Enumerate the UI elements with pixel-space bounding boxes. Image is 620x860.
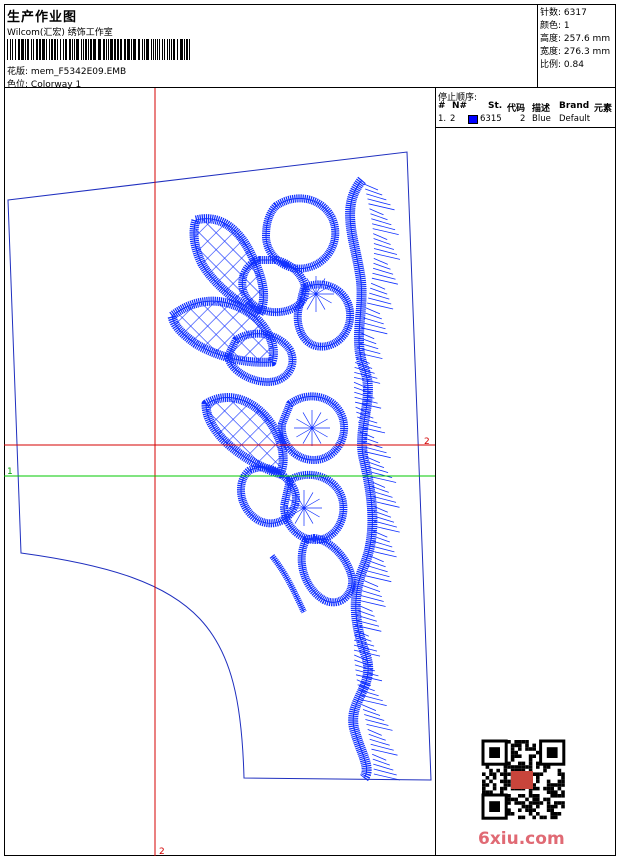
col-element: 元素 — [594, 104, 613, 114]
stat-height: 高度: 257.6 mm — [540, 34, 611, 44]
row-brand: Default — [559, 114, 591, 124]
row-code: 2 — [520, 114, 526, 124]
watermark-text: 6xiu.com — [478, 829, 565, 849]
table-divider — [436, 127, 616, 128]
stat-width: 宽度: 276.3 mm — [540, 47, 611, 57]
barcode — [7, 39, 190, 60]
design-name: mem_F5342E09.EMB — [30, 67, 127, 77]
row-description: Blue — [532, 114, 551, 124]
col-index: # — [438, 101, 446, 111]
horizontal-guide-marker-red: 2 — [424, 437, 430, 447]
col-code: 代码 — [507, 104, 526, 114]
design-file: 花版: mem_F5342E09.EMB — [7, 64, 126, 77]
stat-scale: 比例: 0.84 — [540, 60, 584, 70]
header-panel: 生产作业图 Wilcom(汇宏) 绣饰工作室 花版: mem_F5342E09.… — [4, 4, 616, 90]
stat-colors: 颜色: 1 — [540, 21, 570, 31]
col-needle: N# — [452, 101, 468, 111]
embroidery-motif — [167, 176, 401, 782]
vertical-guide-marker: 2 — [159, 847, 165, 856]
col-stitches: St. — [488, 101, 503, 111]
col-description: 描述 — [532, 104, 551, 114]
row-stitches: 6315 — [480, 114, 502, 124]
company-name: Wilcom(汇宏) 绣饰工作室 — [7, 28, 113, 38]
header-info: 生产作业图 Wilcom(汇宏) 绣饰工作室 花版: mem_F5342E09.… — [4, 4, 538, 90]
stat-stitches: 针数: 6317 — [540, 8, 587, 18]
page-title: 生产作业图 — [7, 10, 78, 25]
horizontal-guide-marker-green: 1 — [7, 467, 13, 477]
col-brand: Brand — [559, 101, 590, 111]
embroidery-canvas: 2 2 1 — [4, 88, 435, 856]
stop-table-header: # N# St. 代码 描述 Brand 元素 — [436, 101, 616, 114]
table-row: 1. 2 6315 2 Blue Default — [436, 114, 616, 127]
row-needle: 2 — [450, 114, 456, 124]
design-label: 花版: — [7, 67, 29, 77]
row-index: 1. — [438, 114, 447, 124]
